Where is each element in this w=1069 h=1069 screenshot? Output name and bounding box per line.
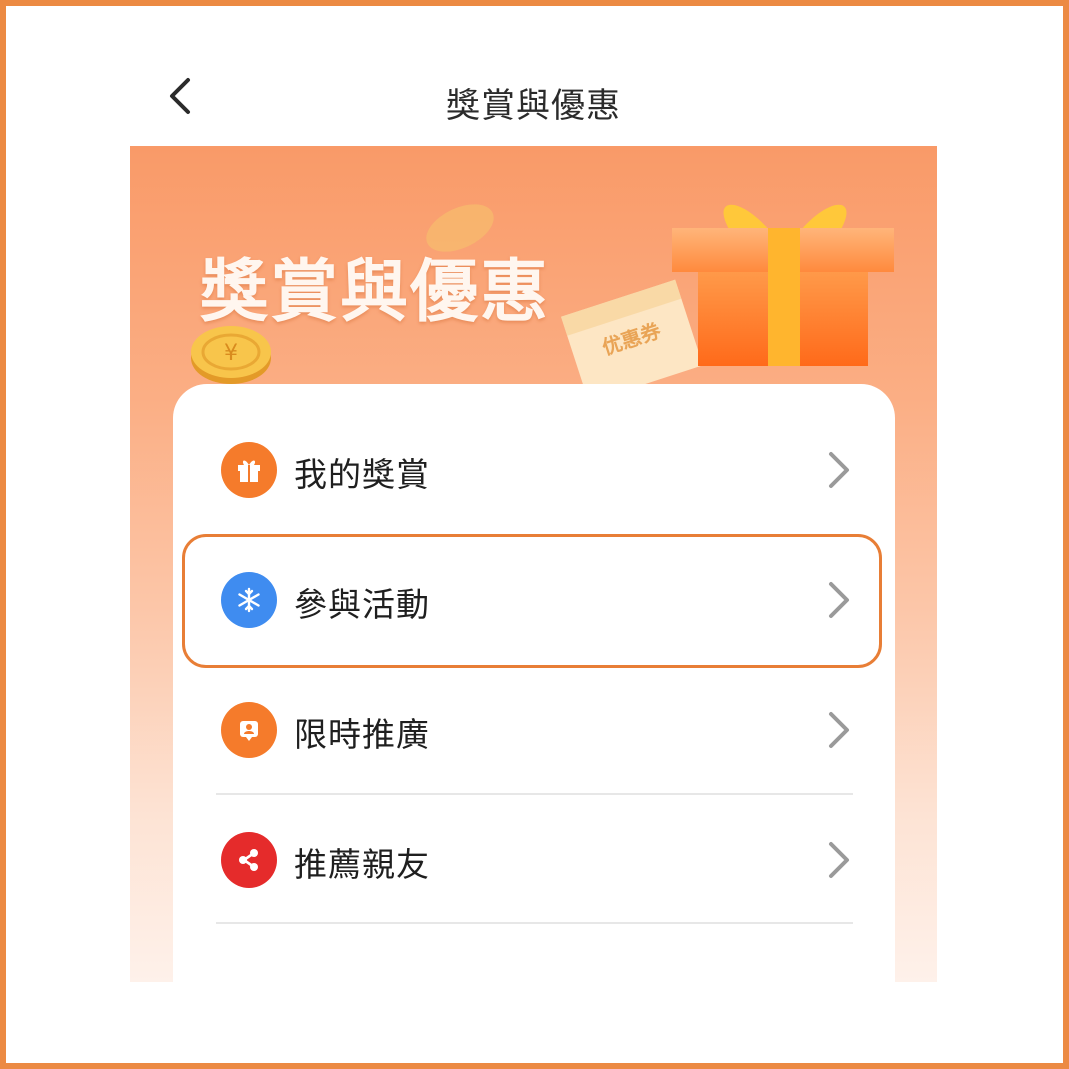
chevron-right-icon xyxy=(829,712,849,748)
menu-item-label: 限時推廣 xyxy=(294,715,430,754)
rewards-page: 獎賞與優惠 ¥ 优惠券 我的獎賞 參與活動 限時推廣 推薦親友 xyxy=(130,146,937,982)
menu-item-label: 推薦親友 xyxy=(294,845,430,884)
top-nav-bar: 獎賞與優惠 xyxy=(130,60,937,140)
menu-item-join-activities[interactable]: 參與活動 xyxy=(216,534,856,664)
menu-item-limited-promotions[interactable]: 限時推廣 xyxy=(216,664,856,794)
coin-icon: ¥ xyxy=(191,326,271,384)
gift-box-icon xyxy=(672,204,894,366)
svg-text:¥: ¥ xyxy=(224,341,238,366)
chevron-right-icon xyxy=(829,582,849,618)
chevron-right-icon xyxy=(829,842,849,878)
divider xyxy=(216,922,853,924)
menu-item-label: 參與活動 xyxy=(294,585,430,624)
share-icon xyxy=(221,832,277,888)
menu-item-label: 我的獎賞 xyxy=(294,455,430,494)
chevron-right-icon xyxy=(829,452,849,488)
menu-item-my-rewards[interactable]: 我的獎賞 xyxy=(216,404,856,534)
gift-icon xyxy=(221,442,277,498)
menu-card: 我的獎賞 參與活動 限時推廣 推薦親友 xyxy=(173,384,895,982)
snowflake-icon xyxy=(221,572,277,628)
user-badge-icon xyxy=(221,702,277,758)
page-title: 獎賞與優惠 xyxy=(446,86,621,126)
menu-item-refer-friends[interactable]: 推薦親友 xyxy=(216,794,856,924)
